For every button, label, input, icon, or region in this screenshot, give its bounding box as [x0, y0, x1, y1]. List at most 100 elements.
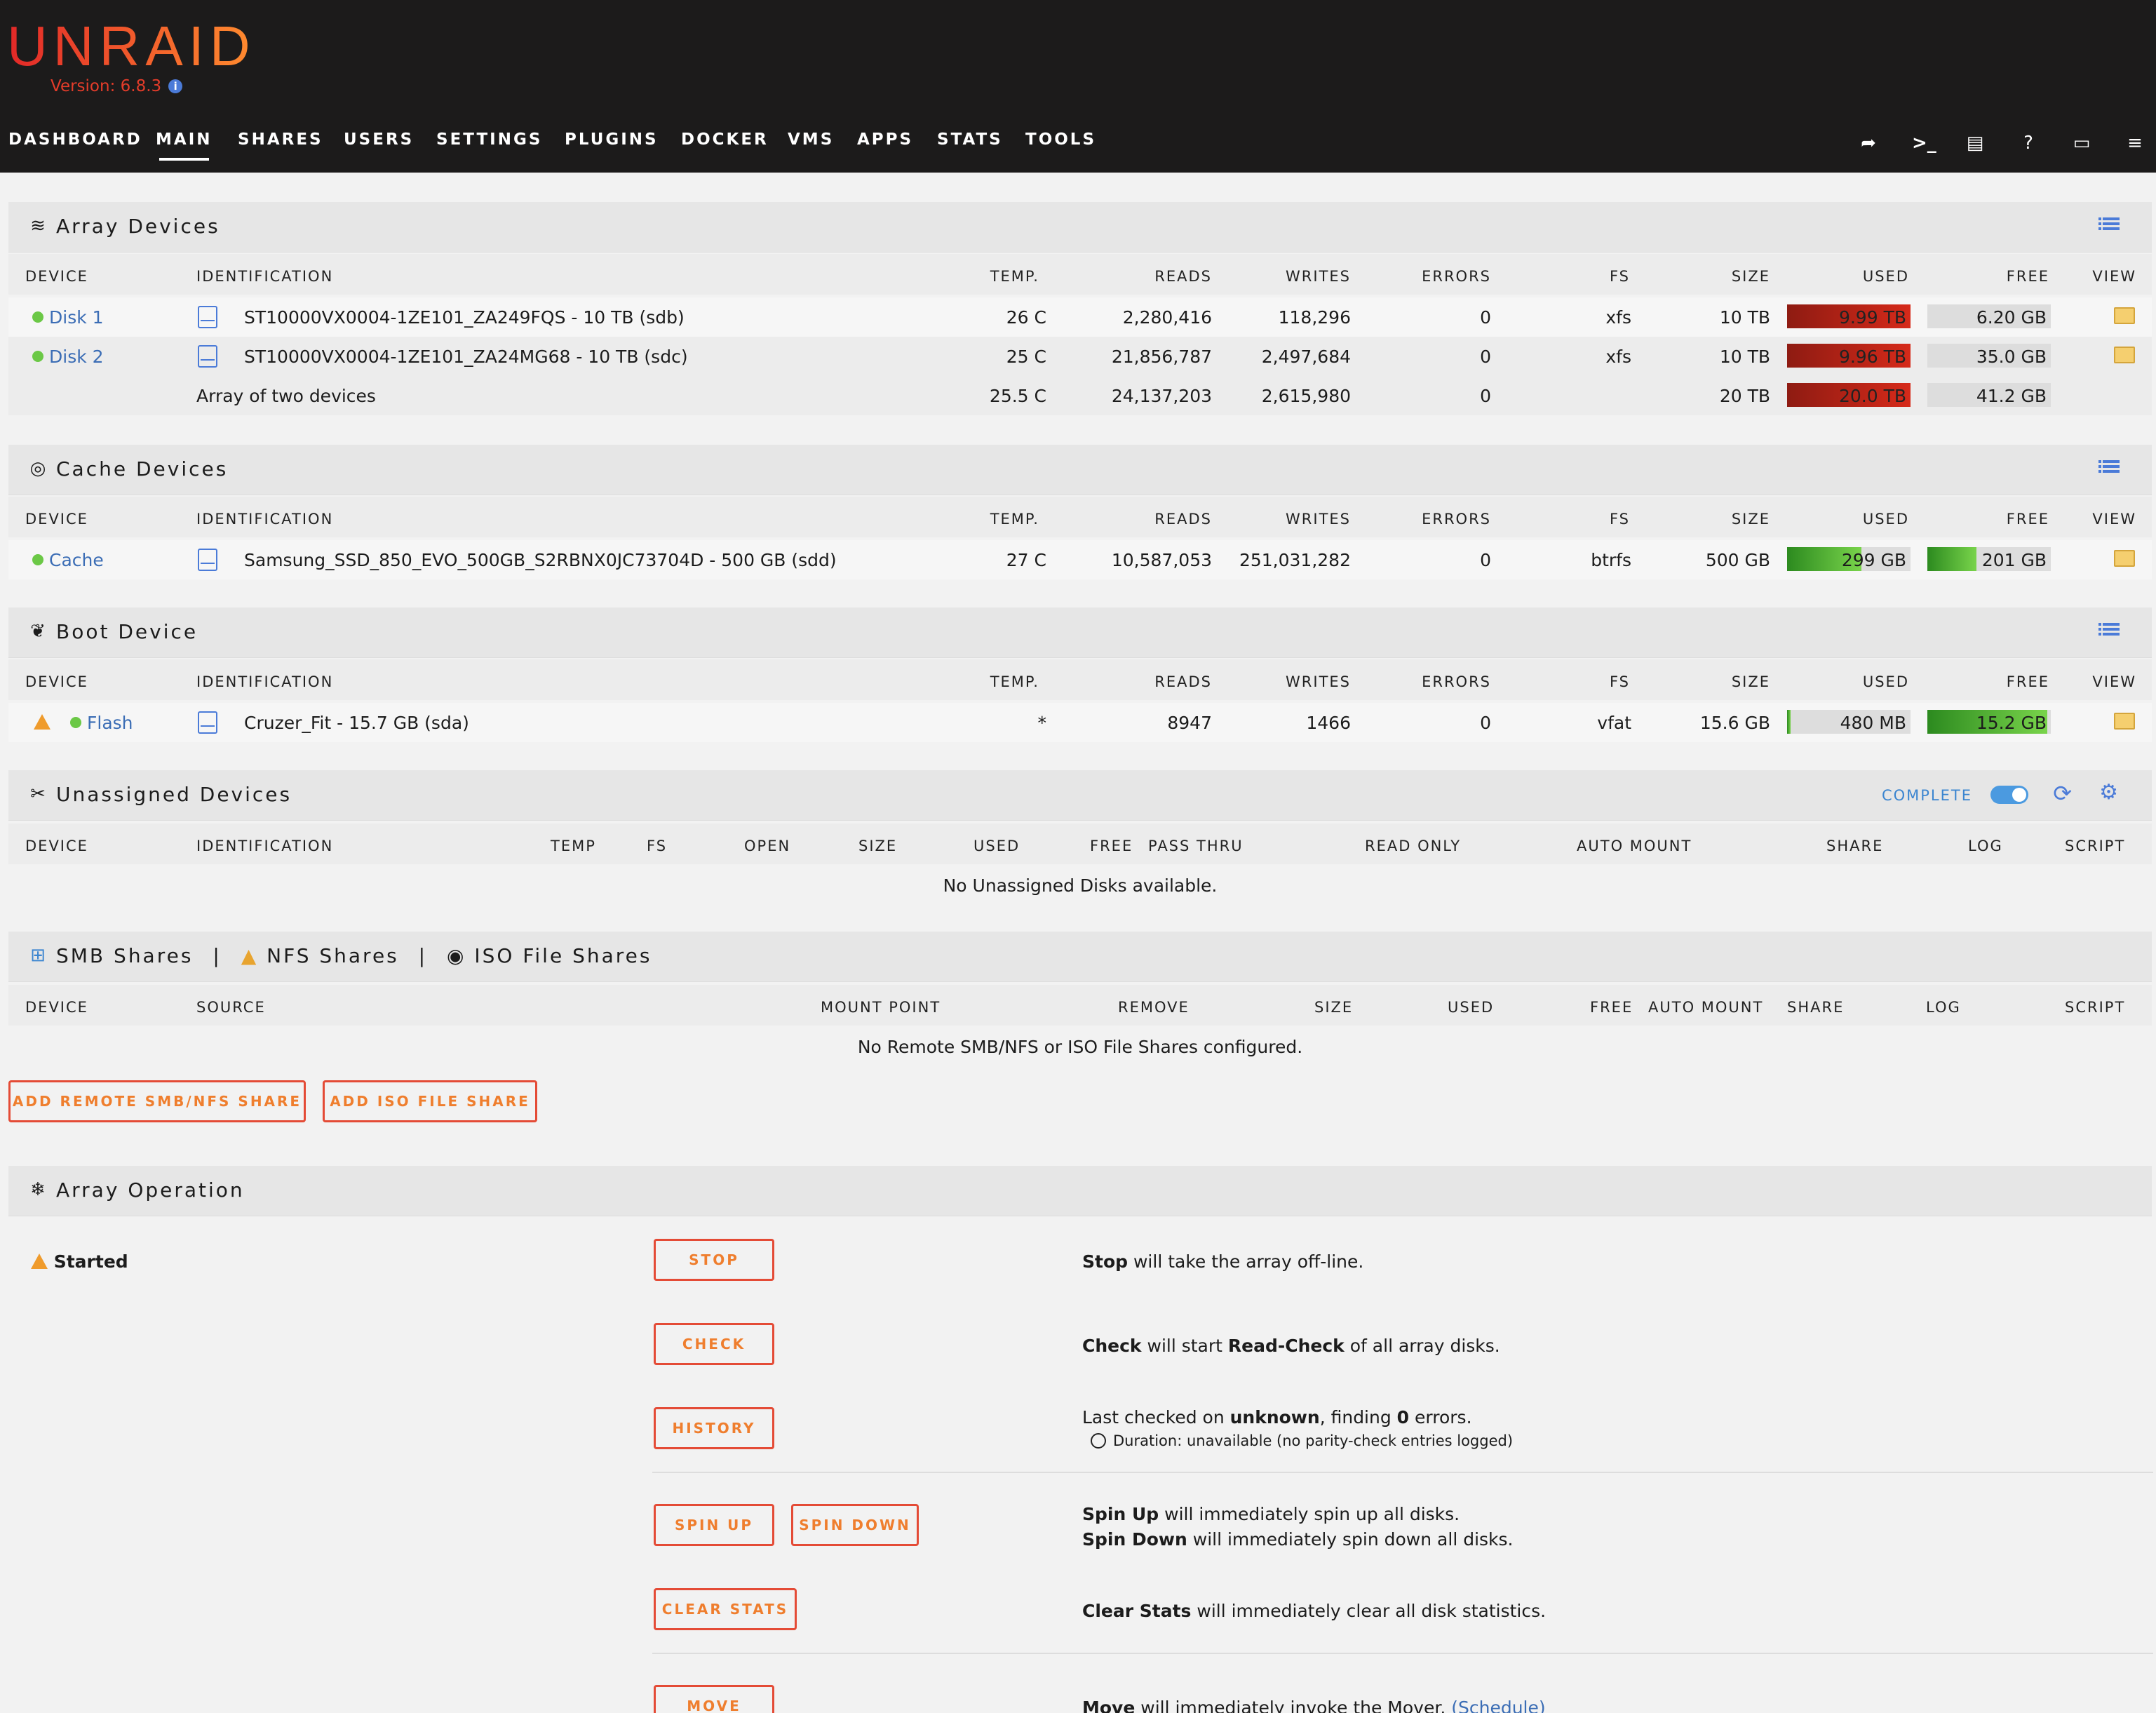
complete-toggle[interactable] — [1990, 786, 2028, 804]
summary-reads: 24,137,203 — [1111, 386, 1212, 406]
col-script: SCRIPT — [2065, 838, 2126, 854]
size: 10 TB — [1719, 307, 1770, 328]
nav-apps[interactable]: APPS — [857, 130, 913, 149]
clear-stats-button[interactable]: CLEAR STATS — [654, 1588, 797, 1630]
check-button[interactable]: CHECK — [654, 1323, 774, 1365]
check-bold: Check — [1082, 1336, 1142, 1356]
duration-line: Duration: unavailable (no parity-check e… — [1091, 1432, 1513, 1449]
database-icon: ≋ — [30, 215, 46, 236]
free-bar: 41.2 GB — [1927, 383, 2051, 407]
col-free: FREE — [1590, 999, 1633, 1016]
schedule-link[interactable]: (Schedule) — [1451, 1698, 1545, 1713]
used-bar-fill — [1787, 710, 1791, 734]
nav-vms[interactable]: VMS — [788, 130, 834, 149]
col-free: FREE — [1090, 838, 1133, 854]
move-button[interactable]: MOVE — [654, 1685, 774, 1713]
col-share: SHARE — [1787, 999, 1845, 1016]
folder-icon[interactable] — [2114, 550, 2135, 567]
fs: xfs — [1605, 347, 1631, 367]
col-source: SOURCE — [196, 999, 266, 1016]
col-free: FREE — [2006, 268, 2049, 285]
spin-up-button[interactable]: SPIN UP — [654, 1504, 774, 1546]
free-bar-fill — [1927, 547, 1977, 571]
col-reads: READS — [1154, 673, 1212, 690]
col-errors: ERRORS — [1422, 511, 1491, 528]
spin-up-bold: Spin Up — [1082, 1504, 1159, 1524]
iso-shares-tab[interactable]: ISO File Shares — [474, 944, 652, 967]
nav-settings[interactable]: SETTINGS — [436, 130, 542, 149]
free-bar: 35.0 GB — [1927, 344, 2051, 368]
terminal-icon[interactable]: >_ — [1912, 133, 1936, 153]
col-temp: TEMP. — [990, 673, 1039, 690]
paw-icon: ❦ — [30, 621, 46, 642]
writes: 251,031,282 — [1239, 550, 1351, 570]
separator: | — [418, 944, 428, 967]
linux-icon: ▲ — [241, 944, 259, 967]
nav-docker[interactable]: DOCKER — [681, 130, 769, 149]
folder-icon[interactable] — [2114, 347, 2135, 363]
log-icon[interactable]: ≡ — [2125, 133, 2145, 153]
col-size: SIZE — [1731, 268, 1770, 285]
device-link[interactable]: Flash — [87, 713, 133, 733]
refresh-icon[interactable]: ⟳ — [2053, 780, 2072, 807]
logout-icon[interactable]: ➦ — [1859, 133, 1878, 153]
free-bar-value: 15.2 GB — [1976, 713, 2047, 733]
info-icon[interactable]: i — [168, 79, 183, 93]
feedback-icon[interactable]: ▤ — [1965, 133, 1985, 153]
complete-label: COMPLETE — [1881, 787, 1972, 804]
add-remote-share-button[interactable]: ADD REMOTE SMB/NFS SHARE — [8, 1080, 306, 1122]
used-bar-value: 20.0 TB — [1838, 386, 1906, 406]
device-link[interactable]: Disk 2 — [49, 347, 104, 367]
disc-icon: ◉ — [447, 944, 466, 967]
col-mount-point: MOUNT POINT — [821, 999, 941, 1016]
monitor-icon[interactable]: ▭ — [2072, 133, 2091, 153]
col-share: SHARE — [1826, 838, 1884, 854]
stop-button[interactable]: STOP — [654, 1239, 774, 1281]
spin-down-button[interactable]: SPIN DOWN — [791, 1504, 919, 1546]
used-bar-value: 9.96 TB — [1838, 347, 1906, 367]
col-used: USED — [1862, 673, 1909, 690]
unassigned-devices-header: ✂ Unassigned Devices COMPLETE ⟳ ⚙ — [8, 770, 2152, 821]
stop-bold: Stop — [1082, 1251, 1128, 1272]
device-link[interactable]: Cache — [49, 550, 104, 570]
add-iso-share-button[interactable]: ADD ISO FILE SHARE — [323, 1080, 537, 1122]
summary-label: Array of two devices — [196, 386, 376, 406]
used-bar: 9.96 TB — [1787, 344, 1911, 368]
nfs-shares-tab[interactable]: NFS Shares — [267, 944, 399, 967]
list-view-icon[interactable] — [2098, 217, 2120, 234]
gear-icon[interactable]: ⚙ — [2099, 780, 2118, 805]
col-identification: IDENTIFICATION — [196, 673, 334, 690]
array-status: Started — [31, 1251, 128, 1272]
array-devices-title: Array Devices — [56, 215, 220, 238]
nav-dashboard[interactable]: DASHBOARD — [8, 130, 142, 149]
windows-icon: ⊞ — [30, 945, 46, 966]
nav-plugins[interactable]: PLUGINS — [565, 130, 659, 149]
temp: 27 C — [1006, 550, 1046, 570]
col-auto-mount: AUTO MOUNT — [1648, 999, 1764, 1016]
stop-description: Stop will take the array off-line. — [1082, 1251, 1363, 1272]
temp: 26 C — [1006, 307, 1046, 328]
nav-stats[interactable]: STATS — [937, 130, 1003, 149]
nav-users[interactable]: USERS — [344, 130, 414, 149]
device-link[interactable]: Disk 1 — [49, 307, 104, 328]
hist-text-2: , finding — [1319, 1407, 1397, 1428]
history-button[interactable]: HISTORY — [654, 1407, 774, 1449]
move-bold: Move — [1082, 1698, 1136, 1713]
reads: 2,280,416 — [1122, 307, 1212, 328]
nav-main[interactable]: MAIN — [156, 130, 213, 161]
smb-shares-tab[interactable]: SMB Shares — [56, 944, 193, 967]
nav-shares[interactable]: SHARES — [238, 130, 323, 149]
nav-tools[interactable]: TOOLS — [1025, 130, 1096, 149]
folder-icon[interactable] — [2114, 713, 2135, 730]
folder-icon[interactable] — [2114, 307, 2135, 324]
list-view-icon[interactable] — [2098, 460, 2120, 477]
col-device: DEVICE — [25, 511, 88, 528]
help-icon[interactable]: ? — [2019, 133, 2038, 153]
cache-devices-title: Cache Devices — [56, 457, 229, 481]
disk-row: Cache Samsung_SSD_850_EVO_500GB_S2RBNX0JC… — [8, 540, 2152, 579]
list-view-icon[interactable] — [2098, 623, 2120, 640]
spin-down-text: will immediately spin down all disks. — [1187, 1529, 1514, 1550]
free-bar: 201 GB — [1927, 547, 2051, 571]
separator: | — [213, 944, 222, 967]
array-devices-header: ≋ Array Devices — [8, 202, 2152, 253]
